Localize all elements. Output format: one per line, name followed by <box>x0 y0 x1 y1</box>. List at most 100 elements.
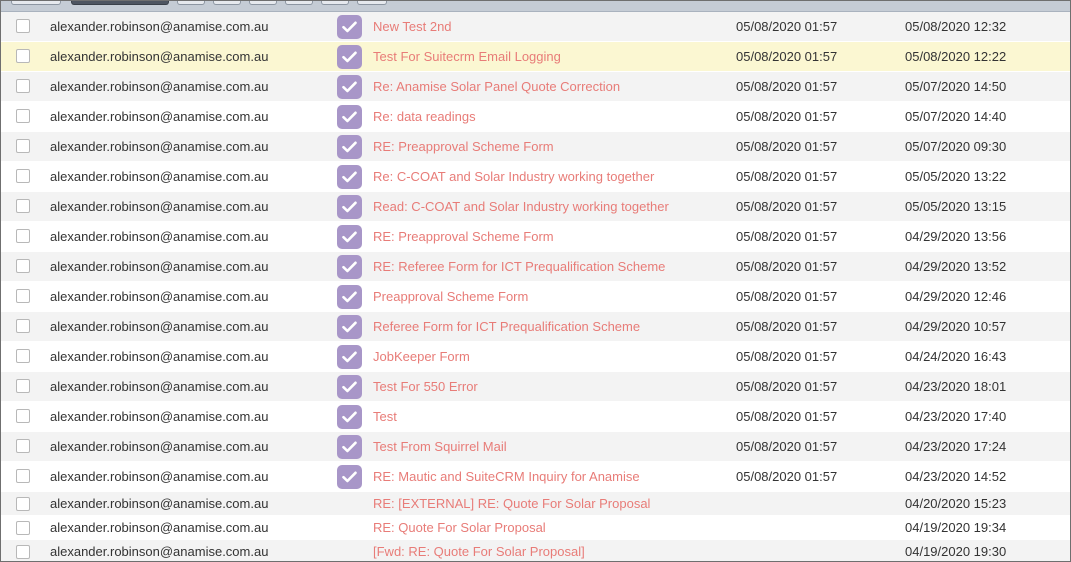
row-select-checkbox[interactable] <box>16 521 30 535</box>
email-row[interactable]: alexander.robinson@anamise.com.au RE: Pr… <box>1 132 1070 162</box>
email-subject-link[interactable]: New Test 2nd <box>373 12 452 42</box>
row-select-checkbox[interactable] <box>16 169 30 183</box>
row-select-checkbox[interactable] <box>16 79 30 93</box>
email-subject-link[interactable]: Test For Suitecrm Email Logging <box>373 42 561 72</box>
toolbar-button[interactable] <box>357 1 387 5</box>
row-select-checkbox[interactable] <box>16 319 30 333</box>
email-imported-date: 05/08/2020 01:57 <box>736 409 838 424</box>
imported-badge <box>337 195 362 219</box>
row-select-checkbox[interactable] <box>16 545 30 559</box>
toolbar-button[interactable] <box>177 1 205 5</box>
toolbar-button[interactable] <box>321 1 349 5</box>
email-subject-link[interactable]: Re: Anamise Solar Panel Quote Correction <box>373 72 620 102</box>
email-row[interactable]: alexander.robinson@anamise.com.au RE: Pr… <box>1 222 1070 252</box>
row-select-checkbox[interactable] <box>16 49 30 63</box>
email-row[interactable]: alexander.robinson@anamise.com.au Test F… <box>1 42 1070 72</box>
email-subject-link[interactable]: RE: Preapproval Scheme Form <box>373 222 554 252</box>
email-date: 04/29/2020 10:57 <box>905 319 1007 334</box>
email-row[interactable]: alexander.robinson@anamise.com.au RE: Ma… <box>1 462 1070 492</box>
imported-badge <box>337 15 362 39</box>
email-subject-link[interactable]: Re: C-COAT and Solar Industry working to… <box>373 162 654 192</box>
email-subject-link[interactable]: Referee Form for ICT Prequalification Sc… <box>373 312 640 342</box>
email-subject-link[interactable]: Test From Squirrel Mail <box>373 432 507 462</box>
check-icon <box>342 141 357 153</box>
email-imported-date: 05/08/2020 01:57 <box>736 79 838 94</box>
email-row[interactable]: alexander.robinson@anamise.com.au Refere… <box>1 312 1070 342</box>
row-select-checkbox[interactable] <box>16 497 30 511</box>
imported-badge <box>337 135 362 159</box>
email-subject-link[interactable]: RE: Quote For Solar Proposal <box>373 516 546 540</box>
row-select-checkbox[interactable] <box>16 349 30 363</box>
email-subject-link[interactable]: Test For 550 Error <box>373 372 478 402</box>
email-date: 04/24/2020 16:43 <box>905 349 1007 364</box>
email-row[interactable]: alexander.robinson@anamise.com.au JobKee… <box>1 342 1070 372</box>
email-date: 04/23/2020 14:52 <box>905 469 1007 484</box>
email-subject-link[interactable]: RE: Preapproval Scheme Form <box>373 132 554 162</box>
imported-badge <box>337 165 362 189</box>
email-list-window: alexander.robinson@anamise.com.au New Te… <box>0 0 1071 562</box>
row-select-checkbox[interactable] <box>16 199 30 213</box>
email-imported-date: 05/08/2020 01:57 <box>736 259 838 274</box>
row-select-checkbox[interactable] <box>16 19 30 33</box>
row-select-checkbox[interactable] <box>16 439 30 453</box>
toolbar-button[interactable] <box>213 1 241 5</box>
toolbar-button[interactable] <box>11 1 61 5</box>
imported-badge <box>337 465 362 489</box>
toolbar-button-active[interactable] <box>71 1 169 5</box>
email-date: 05/08/2020 12:32 <box>905 19 1007 34</box>
email-imported-date: 05/08/2020 01:57 <box>736 469 838 484</box>
email-row[interactable]: alexander.robinson@anamise.com.au Test F… <box>1 372 1070 402</box>
email-subject-link[interactable]: [Fwd: RE: Quote For Solar Proposal] <box>373 540 585 561</box>
email-from: alexander.robinson@anamise.com.au <box>50 259 269 274</box>
email-row[interactable]: alexander.robinson@anamise.com.au Test 0… <box>1 402 1070 432</box>
imported-badge <box>337 45 362 69</box>
toolbar-button[interactable] <box>249 1 277 5</box>
imported-badge <box>337 435 362 459</box>
email-row[interactable]: alexander.robinson@anamise.com.au RE: Qu… <box>1 516 1070 540</box>
email-subject-link[interactable]: Test <box>373 402 397 432</box>
email-row[interactable]: alexander.robinson@anamise.com.au [Fwd: … <box>1 540 1070 561</box>
row-select-checkbox[interactable] <box>16 289 30 303</box>
row-select-checkbox[interactable] <box>16 259 30 273</box>
email-row[interactable]: alexander.robinson@anamise.com.au New Te… <box>1 12 1070 42</box>
email-row[interactable]: alexander.robinson@anamise.com.au Test F… <box>1 432 1070 462</box>
imported-badge <box>337 105 362 129</box>
row-select-checkbox[interactable] <box>16 469 30 483</box>
email-row[interactable]: alexander.robinson@anamise.com.au Read: … <box>1 192 1070 222</box>
email-subject-link[interactable]: JobKeeper Form <box>373 342 470 372</box>
email-date: 04/19/2020 19:34 <box>905 520 1007 535</box>
email-from: alexander.robinson@anamise.com.au <box>50 139 269 154</box>
toolbar-button[interactable] <box>285 1 313 5</box>
row-select-checkbox[interactable] <box>16 109 30 123</box>
row-select-checkbox[interactable] <box>16 379 30 393</box>
email-imported-date: 05/08/2020 01:57 <box>736 19 838 34</box>
row-select-checkbox[interactable] <box>16 229 30 243</box>
email-row[interactable]: alexander.robinson@anamise.com.au RE: [E… <box>1 492 1070 516</box>
email-row[interactable]: alexander.robinson@anamise.com.au RE: Re… <box>1 252 1070 282</box>
check-icon <box>342 81 357 93</box>
email-row[interactable]: alexander.robinson@anamise.com.au Re: An… <box>1 72 1070 102</box>
email-imported-date: 05/08/2020 01:57 <box>736 109 838 124</box>
email-subject-link[interactable]: RE: [EXTERNAL] RE: Quote For Solar Propo… <box>373 492 650 516</box>
imported-badge <box>337 315 362 339</box>
email-row[interactable]: alexander.robinson@anamise.com.au Re: da… <box>1 102 1070 132</box>
check-icon <box>342 201 357 213</box>
email-subject-link[interactable]: RE: Mautic and SuiteCRM Inquiry for Anam… <box>373 462 640 492</box>
check-icon <box>342 21 357 33</box>
row-select-checkbox[interactable] <box>16 409 30 423</box>
email-row[interactable]: alexander.robinson@anamise.com.au Preapp… <box>1 282 1070 312</box>
email-subject-link[interactable]: Re: data readings <box>373 102 476 132</box>
row-select-checkbox[interactable] <box>16 139 30 153</box>
email-imported-date: 05/08/2020 01:57 <box>736 379 838 394</box>
check-icon <box>342 381 357 393</box>
email-subject-link[interactable]: RE: Referee Form for ICT Prequalificatio… <box>373 252 665 282</box>
email-from: alexander.robinson@anamise.com.au <box>50 169 269 184</box>
email-from: alexander.robinson@anamise.com.au <box>50 109 269 124</box>
check-icon <box>342 441 357 453</box>
email-subject-link[interactable]: Preapproval Scheme Form <box>373 282 528 312</box>
email-imported-date: 05/08/2020 01:57 <box>736 169 838 184</box>
imported-badge <box>337 375 362 399</box>
email-row[interactable]: alexander.robinson@anamise.com.au Re: C-… <box>1 162 1070 192</box>
email-subject-link[interactable]: Read: C-COAT and Solar Industry working … <box>373 192 669 222</box>
email-list: alexander.robinson@anamise.com.au New Te… <box>1 12 1070 561</box>
